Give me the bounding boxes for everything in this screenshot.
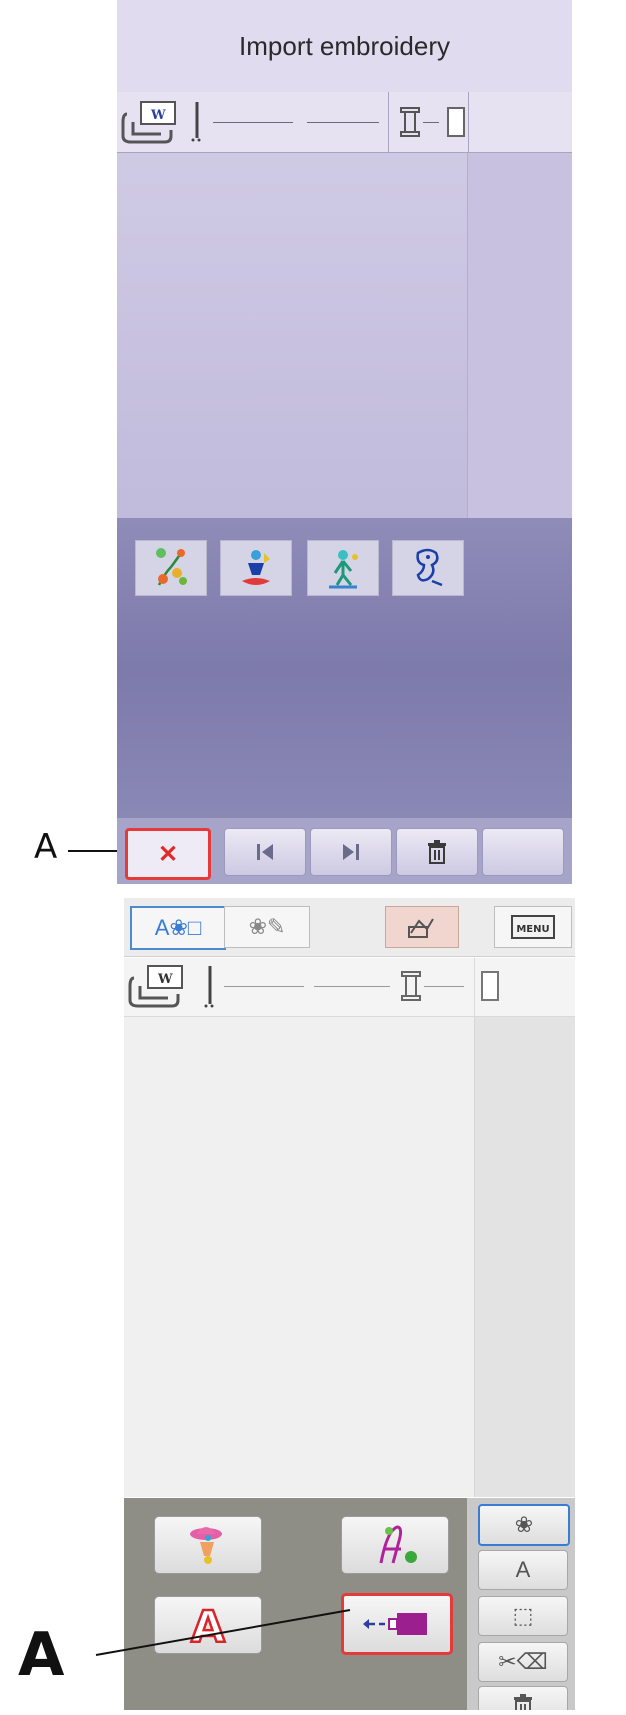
callout-line-bottom (95, 1609, 351, 1656)
callout-label-a-bottom: A (18, 1620, 65, 1690)
